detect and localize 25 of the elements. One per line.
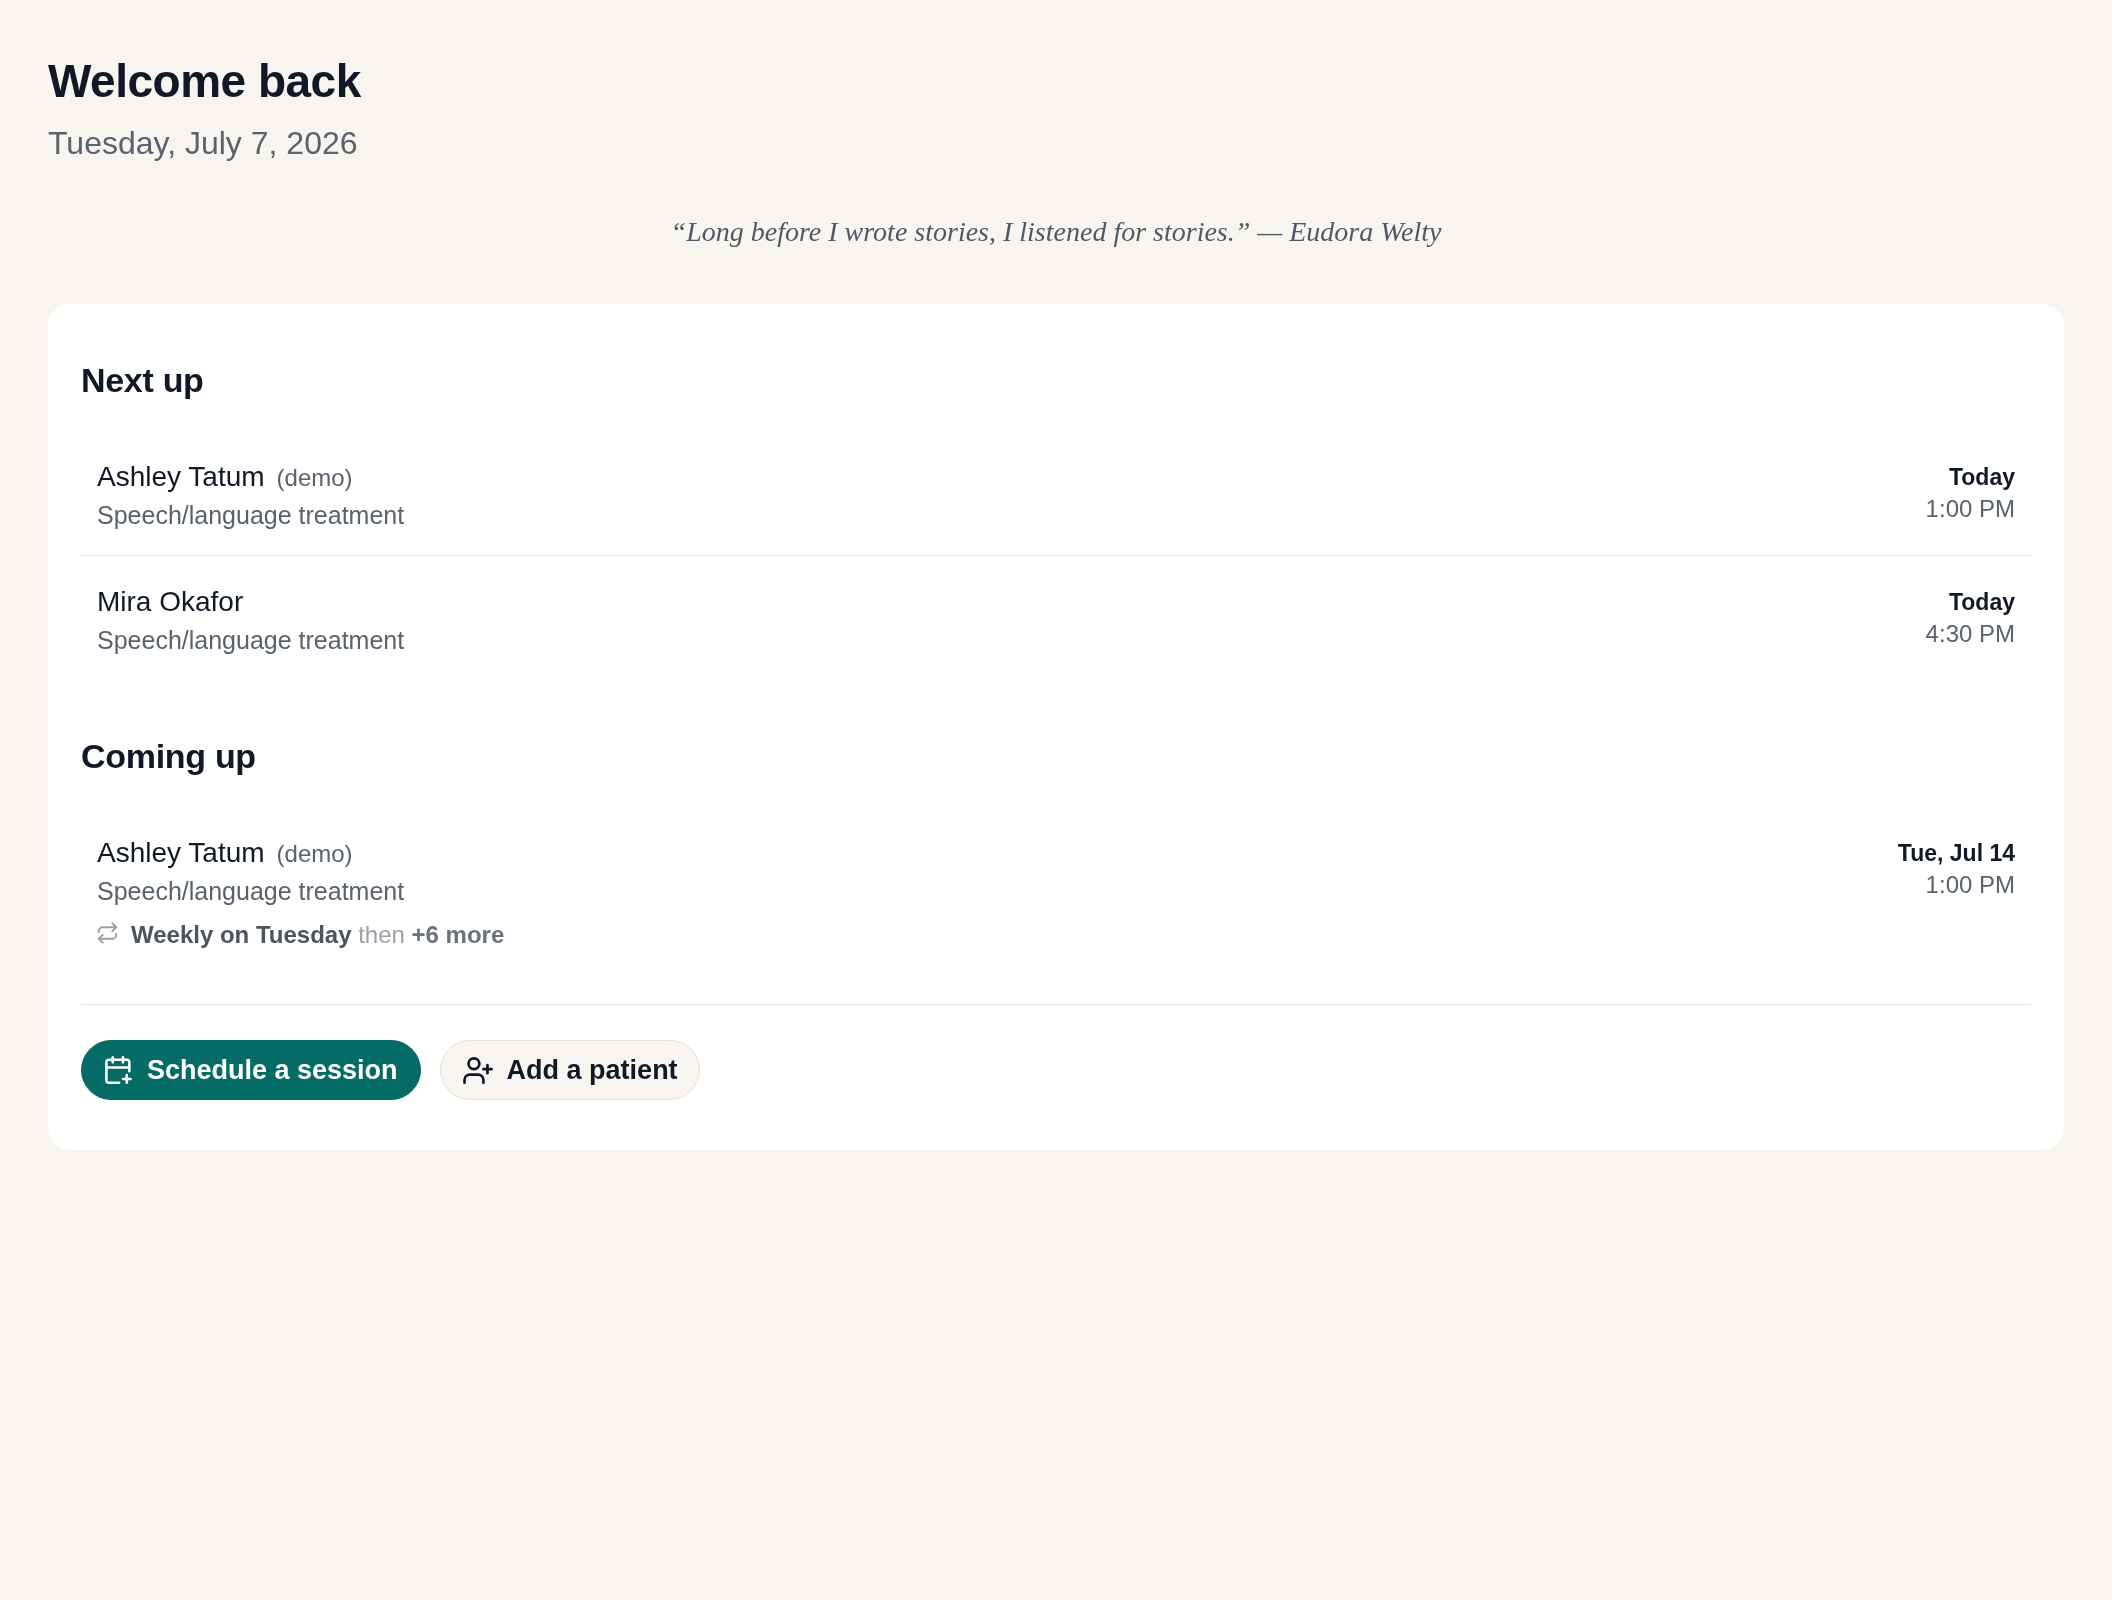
appointment-day: Today (1948, 586, 2015, 618)
demo-label: (demo) (276, 839, 353, 869)
appointment-time: 1:00 PM (1925, 494, 2015, 524)
section-heading: Next up (81, 360, 204, 401)
schedule-session-button[interactable]: Schedule a session (81, 1040, 421, 1100)
patient-name: Mira Okafor (97, 585, 244, 619)
service-text: Speech/language treatment (97, 876, 405, 907)
demo-label: (demo) (276, 463, 353, 493)
service-text: Speech/language treatment (97, 625, 405, 656)
page-title: Welcome back (48, 54, 361, 109)
add-patient-button[interactable]: Add a patient (439, 1040, 700, 1100)
quote-text: “Long before I wrote stories, I listened for stories.” — Eudora Welty (670, 215, 1442, 249)
user-plus-icon (462, 1056, 493, 1084)
service-text: Speech/language treatment (97, 500, 405, 531)
patient-name: Ashley Tatum (97, 460, 265, 494)
appointment-time: 1:00 PM (1925, 870, 2015, 900)
patient-name: Ashley Tatum (97, 836, 265, 870)
recurrence-text: Weekly on Tuesday then +6 more (131, 920, 505, 950)
appointment-day: Tue, Jul 14 (1897, 837, 2015, 869)
repeat-icon (97, 922, 118, 944)
calendar-plus-icon (105, 1056, 132, 1084)
appointment-time: 4:30 PM (1925, 619, 2015, 649)
date-text: Tuesday, July 7, 2026 (48, 124, 358, 163)
section-heading: Coming up (81, 736, 256, 777)
appointment-day: Today (1948, 461, 2015, 493)
